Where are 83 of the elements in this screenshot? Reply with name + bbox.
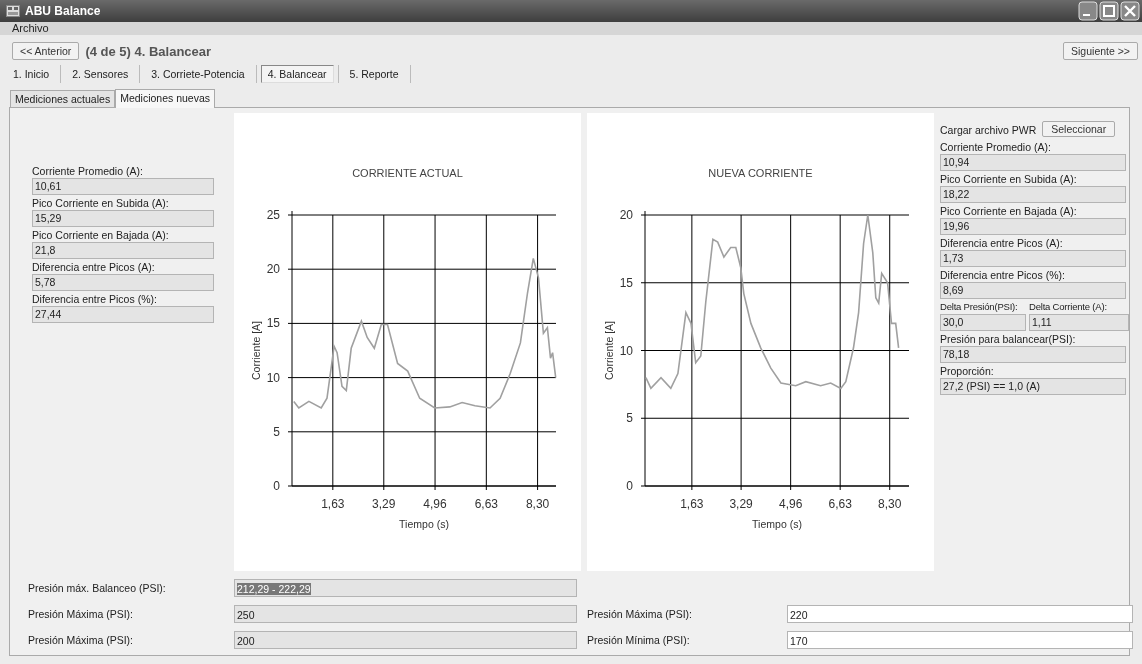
field-label: Presión Máxima (PSI): — [28, 608, 135, 620]
app-icon — [6, 4, 20, 17]
y-tick-label: 15 — [619, 275, 633, 290]
step-tab[interactable]: 5. Reporte — [342, 65, 406, 83]
input-field[interactable]: 170 — [787, 631, 1133, 649]
field-label: Diferencia entre Picos (%): — [940, 268, 1066, 282]
x-axis-label: Tiempo (s) — [399, 518, 449, 530]
field-label: Pico Corriente en Subida (A): — [940, 172, 1078, 186]
readonly-field: 8,69 — [940, 282, 1126, 299]
x-tick-label: 3,29 — [729, 497, 753, 511]
chart-title: NUEVA CORRIENTE — [708, 167, 813, 179]
maximize-icon[interactable] — [1099, 0, 1119, 21]
y-tick-label: 25 — [266, 208, 280, 222]
x-tick-label: 8,30 — [878, 497, 902, 511]
y-axis-label: Corriente [A] — [250, 321, 262, 380]
field-label: Corriente Promedio (A): — [32, 164, 144, 178]
load-file-label: Cargar archivo PWR — [940, 122, 1037, 137]
y-tick-label: 0 — [626, 479, 633, 493]
y-axis-label: Corriente [A] — [603, 321, 615, 380]
step-heading: (4 de 5) 4. Balancear — [85, 43, 213, 59]
x-tick-label: 6,63 — [474, 497, 498, 511]
readonly-field: 212,29 - 222,29 — [234, 579, 577, 597]
x-tick-label: 1,63 — [321, 497, 345, 511]
field-label: Diferencia entre Picos (%): — [32, 292, 158, 306]
readonly-field: 1,11 — [1029, 314, 1129, 331]
readonly-field: 5,78 — [32, 274, 214, 291]
y-tick-label: 15 — [266, 316, 280, 331]
field-label: Presión Mínima (PSI): — [587, 634, 691, 646]
readonly-field: 27,44 — [32, 306, 214, 323]
step-tab[interactable]: 2. Sensores — [65, 65, 136, 83]
minimize-icon[interactable] — [1078, 0, 1098, 21]
readonly-field: 27,2 (PSI) == 1,0 (A) — [940, 378, 1126, 395]
field-label: Pico Corriente en Bajada (A): — [32, 228, 170, 242]
step-tab[interactable]: 1. Inicio — [6, 65, 57, 83]
field-label: Pico Corriente en Subida (A): — [32, 196, 170, 210]
readonly-field: 30,0 — [940, 314, 1026, 331]
window-title: ABU Balance — [25, 3, 102, 18]
close-icon[interactable] — [1120, 0, 1140, 21]
readonly-field: 78,18 — [940, 346, 1126, 363]
field-label: Proporción: — [940, 364, 995, 378]
readonly-field: 250 — [234, 605, 577, 623]
field-label: Corriente Promedio (A): — [940, 140, 1052, 154]
chart-title: CORRIENTE ACTUAL — [352, 167, 463, 179]
x-tick-label: 8,30 — [525, 497, 550, 511]
field-label: Presión máx. Balanceo (PSI): — [28, 582, 167, 594]
readonly-field: 200 — [234, 631, 577, 649]
field-label: Presión Máxima (PSI): — [28, 634, 135, 646]
field-label: Presión para balancear(PSI): — [940, 332, 1077, 346]
step-tab[interactable]: 3. Corriete-Potencia — [144, 65, 252, 83]
readonly-field: 21,8 — [32, 242, 214, 259]
field-label: Diferencia entre Picos (A): — [32, 260, 156, 274]
x-tick-label: 4,96 — [778, 497, 803, 511]
readonly-field: 18,22 — [940, 186, 1126, 203]
menu-item[interactable]: Archivo — [8, 22, 53, 35]
field-label: Diferencia entre Picos (A): — [940, 236, 1064, 250]
readonly-field: 10,94 — [940, 154, 1126, 171]
field-label: Pico Corriente en Bajada (A): — [940, 204, 1078, 218]
input-field[interactable]: 220 — [787, 605, 1133, 623]
field-label: Presión Máxima (PSI): — [587, 608, 694, 620]
readonly-field: 10,61 — [32, 178, 214, 195]
field-label: Delta Corriente (A): — [1029, 300, 1108, 314]
y-tick-label: 0 — [273, 479, 280, 493]
y-tick-label: 20 — [619, 208, 633, 222]
x-tick-label: 6,63 — [828, 497, 852, 511]
step-tab[interactable]: 4. Balancear — [260, 65, 334, 83]
y-tick-label: 10 — [619, 343, 633, 358]
y-tick-label: 20 — [266, 262, 280, 277]
select-button[interactable]: Seleccionar — [1042, 121, 1116, 137]
readonly-field: 19,96 — [940, 218, 1126, 235]
tab[interactable]: Mediciones nuevas — [115, 89, 216, 108]
tab[interactable]: Mediciones actuales — [10, 90, 116, 107]
x-tick-label: 1,63 — [680, 497, 704, 511]
x-tick-label: 4,96 — [423, 497, 447, 511]
readonly-field: 15,29 — [32, 210, 214, 227]
previous-button[interactable]: << Anterior — [12, 42, 80, 60]
x-axis-label: Tiempo (s) — [752, 518, 802, 530]
y-tick-label: 5 — [626, 411, 633, 426]
field-label: Delta Presión(PSI): — [940, 300, 1019, 314]
next-button[interactable]: Siguiente >> — [1063, 42, 1138, 60]
y-tick-label: 5 — [273, 424, 280, 439]
y-tick-label: 10 — [266, 370, 280, 385]
readonly-field: 1,73 — [940, 250, 1126, 267]
x-tick-label: 3,29 — [372, 497, 396, 511]
